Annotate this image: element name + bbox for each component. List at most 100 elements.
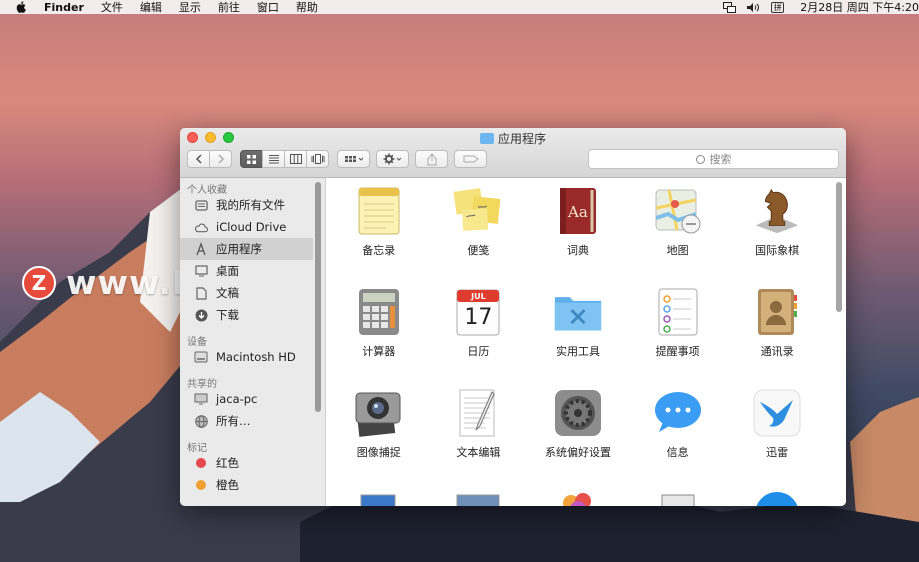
tag-icon — [463, 155, 479, 163]
sidebar-item-label: 文稿 — [216, 286, 239, 300]
menu-finder[interactable]: Finder — [44, 1, 84, 14]
sidebar-item-downloads[interactable]: 下载 — [180, 304, 325, 326]
app-item-reminders[interactable]: 提醒事项 — [628, 279, 728, 380]
calculator-icon — [354, 287, 404, 337]
app-item-chess[interactable]: 国际象棋 — [727, 178, 827, 279]
app-label: 日历 — [467, 345, 490, 358]
app-label: 迅雷 — [766, 446, 789, 459]
volume-icon[interactable] — [746, 2, 761, 13]
app-item-dictionary[interactable]: Aa 词典 — [528, 178, 628, 279]
app-item-system-preferences[interactable]: 系统偏好设置 — [528, 380, 628, 481]
menu-window[interactable]: 窗口 — [257, 0, 279, 15]
utilities-folder-icon — [553, 287, 603, 337]
grid-icon — [247, 154, 256, 164]
computer-icon — [194, 392, 208, 406]
search-icon — [695, 154, 705, 164]
sidebar-item-label: 橙色 — [216, 478, 239, 492]
app-item-partial[interactable] — [329, 481, 429, 506]
sidebar-item-documents[interactable]: 文稿 — [180, 282, 325, 304]
app-item-maps[interactable]: 地图 — [628, 178, 728, 279]
calendar-month: JUL — [471, 292, 486, 301]
menu-extras: 拼 2月28日 周四 下午4:20 — [723, 0, 919, 15]
menu-bar: Finder 文件 编辑 显示 前往 窗口 帮助 拼 2月28日 周四 下午4:… — [0, 0, 919, 14]
red-tag-dot-icon — [194, 456, 208, 470]
icon-view-button[interactable] — [240, 150, 263, 168]
column-view-button[interactable] — [284, 150, 307, 168]
app-item-partial[interactable] — [528, 481, 628, 506]
tags-button[interactable] — [454, 150, 487, 168]
menu-edit[interactable]: 编辑 — [140, 0, 162, 15]
app-label: 文本编辑 — [456, 446, 501, 459]
sidebar-item-macintosh-hd[interactable]: Macintosh HD — [180, 346, 325, 368]
apple-icon[interactable] — [16, 1, 30, 13]
menu-clock[interactable]: 2月28日 周四 下午4:20 — [800, 0, 919, 15]
menu-help[interactable]: 帮助 — [296, 0, 318, 15]
back-button[interactable] — [187, 150, 210, 168]
sidebar-item-desktop[interactable]: 桌面 — [180, 260, 325, 282]
chess-knight-icon — [752, 186, 802, 236]
arrange-button[interactable] — [337, 150, 370, 168]
sidebar-item-applications[interactable]: 应用程序 — [180, 238, 313, 260]
action-button[interactable] — [376, 150, 409, 168]
app-label: 通讯录 — [760, 345, 794, 358]
menu-go[interactable]: 前往 — [218, 0, 240, 15]
dictionary-icon-text: Aa — [567, 203, 588, 221]
app-item-notes[interactable]: 备忘录 — [329, 178, 429, 279]
system-preferences-gear-icon — [553, 388, 603, 438]
calendar-icon: JUL 17 — [453, 287, 503, 337]
sidebar-scrollbar[interactable] — [315, 182, 321, 412]
menu-view[interactable]: 显示 — [179, 0, 201, 15]
app-item-thunder[interactable]: 迅雷 — [727, 380, 827, 481]
app-item-partial[interactable] — [429, 481, 529, 506]
app-label: 备忘录 — [362, 244, 396, 257]
sidebar-item-label: 红色 — [216, 456, 239, 470]
coverflow-icon — [311, 154, 324, 164]
chevron-right-icon — [217, 154, 224, 164]
app-item-utilities[interactable]: 实用工具 — [528, 279, 628, 380]
reminders-icon — [653, 287, 703, 337]
gear-icon — [383, 153, 401, 165]
app-item-stickies[interactable]: 便笺 — [429, 178, 529, 279]
downloads-icon — [194, 308, 208, 322]
search-placeholder: 搜索 — [709, 153, 732, 166]
window-titlebar: 应用程序 搜索 — [180, 128, 846, 178]
app-item-messages[interactable]: 信息 — [628, 380, 728, 481]
app-item-textedit[interactable]: 文本编辑 — [429, 380, 529, 481]
input-method-icon[interactable]: 拼 — [771, 1, 785, 13]
applications-icon — [194, 242, 208, 256]
sidebar-item-all-my-files[interactable]: 我的所有文件 — [180, 194, 325, 216]
sidebar-item-tag-orange[interactable]: 橙色 — [180, 474, 325, 496]
list-view-button[interactable] — [262, 150, 285, 168]
search-field[interactable]: 搜索 — [588, 149, 839, 169]
sidebar-header-favorites: 个人收藏 — [187, 185, 227, 196]
forward-button[interactable] — [209, 150, 232, 168]
thunder-bird-icon — [752, 388, 802, 438]
documents-icon — [194, 286, 208, 300]
desktop-icon — [194, 264, 208, 278]
chevron-left-icon — [195, 154, 202, 164]
sidebar-item-icloud-drive[interactable]: iCloud Drive — [180, 216, 325, 238]
app-item-calendar[interactable]: JUL 17 日历 — [429, 279, 529, 380]
textedit-icon — [453, 388, 503, 438]
sidebar-item-jaca-pc[interactable]: jaca-pc — [180, 388, 325, 410]
photo-booth-icon — [453, 489, 503, 506]
content-scrollbar[interactable] — [836, 182, 842, 312]
coverflow-view-button[interactable] — [306, 150, 329, 168]
sidebar-item-tag-red[interactable]: 红色 — [180, 452, 325, 474]
preview-photo-icon — [354, 489, 404, 506]
finder-window: 应用程序 搜索 个人收藏 我的所有文件 iCloud Drive 应用程序 桌面… — [180, 128, 846, 506]
app-item-calculator[interactable]: 计算器 — [329, 279, 429, 380]
app-item-contacts[interactable]: 通讯录 — [727, 279, 827, 380]
menu-file[interactable]: 文件 — [101, 0, 123, 15]
share-button[interactable] — [415, 150, 448, 168]
screen-mirroring-icon[interactable] — [723, 1, 737, 13]
view-mode-buttons — [240, 150, 329, 168]
app-label: 词典 — [566, 244, 589, 257]
app-label: 国际象棋 — [755, 244, 800, 257]
sidebar-item-all-shared[interactable]: 所有… — [180, 410, 325, 432]
sidebar: 个人收藏 我的所有文件 iCloud Drive 应用程序 桌面 文稿 下载 设… — [180, 178, 326, 506]
app-item-image-capture[interactable]: 图像捕捉 — [329, 380, 429, 481]
app-item-partial[interactable] — [628, 481, 728, 506]
columns-icon — [289, 154, 302, 164]
app-item-partial[interactable] — [727, 481, 827, 506]
